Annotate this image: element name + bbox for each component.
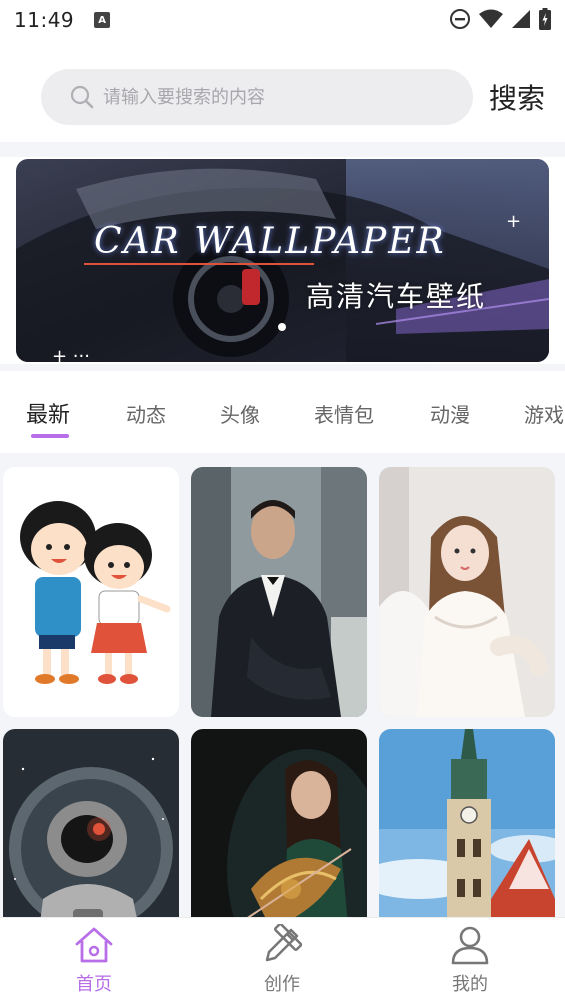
tab-latest[interactable]: 最新 — [26, 397, 70, 429]
status-time: 11:49 — [14, 8, 75, 32]
bottom-navigation: 首页 创作 我的 — [0, 917, 565, 1004]
wifi-icon — [479, 9, 503, 28]
girl-in-white-dress-image — [379, 467, 555, 717]
search-input[interactable] — [103, 86, 443, 108]
wallpaper-card[interactable] — [379, 729, 555, 918]
wallpaper-card[interactable] — [191, 467, 367, 717]
category-tabs: 最新 动态 头像 表情包 动漫 游戏 — [0, 371, 565, 453]
banner-subtitle: 高清汽车壁纸 — [306, 280, 487, 313]
tab-games[interactable]: 游戏 — [524, 399, 564, 428]
wallpaper-card[interactable] — [3, 729, 179, 918]
notification-a-icon: A — [94, 12, 111, 28]
wallpaper-grid — [0, 460, 565, 918]
banner-section: + + ··· CAR WALLPAPER 高清汽车壁纸 — [0, 157, 565, 364]
tab-feed[interactable]: 动态 — [126, 399, 166, 428]
banner-underline — [84, 263, 314, 265]
nav-home[interactable]: 首页 — [44, 924, 144, 996]
carousel-indicator-dot[interactable] — [278, 323, 286, 331]
search-button[interactable]: 搜索 — [489, 77, 545, 117]
tab-anime[interactable]: 动漫 — [430, 399, 470, 428]
nav-home-label: 首页 — [76, 974, 112, 995]
status-icons — [449, 8, 551, 30]
user-icon — [451, 926, 489, 965]
wallpaper-card[interactable] — [379, 467, 555, 717]
nav-create[interactable]: 创作 — [232, 924, 332, 996]
app-page: 11:49 A 请输入要搜索的内容 搜索 + + ··· CAR WALLPAP… — [0, 0, 565, 1004]
wallpaper-card[interactable] — [191, 729, 367, 918]
nav-create-label: 创作 — [264, 974, 300, 995]
search-icon — [70, 85, 94, 109]
home-icon — [75, 927, 113, 963]
clock-tower-image — [379, 729, 555, 918]
svg-text:+: + — [506, 211, 521, 232]
wallpaper-card[interactable] — [3, 467, 179, 717]
do-not-disturb-icon — [450, 9, 470, 29]
svg-text:+ ···: + ··· — [52, 346, 90, 362]
nav-profile-label: 我的 — [452, 974, 488, 995]
battery-icon — [539, 8, 551, 30]
cellular-signal-icon — [512, 10, 530, 28]
banner-carousel[interactable]: + + ··· CAR WALLPAPER 高清汽车壁纸 — [16, 159, 549, 362]
nav-profile[interactable]: 我的 — [420, 924, 520, 996]
banner-title: CAR WALLPAPER — [94, 221, 446, 262]
active-tab-indicator — [31, 434, 69, 438]
man-in-suit-image — [191, 467, 367, 717]
search-bar[interactable] — [41, 69, 473, 125]
girl-with-violin-image — [191, 729, 367, 918]
pencil-ruler-icon — [265, 924, 303, 962]
cartoon-kids-image — [3, 467, 179, 717]
astronaut-image — [3, 729, 179, 918]
tab-stickers[interactable]: 表情包 — [314, 399, 374, 428]
search-header: 搜索 — [0, 40, 565, 142]
status-bar: 11:49 A — [0, 0, 565, 40]
tab-avatar[interactable]: 头像 — [220, 399, 260, 428]
